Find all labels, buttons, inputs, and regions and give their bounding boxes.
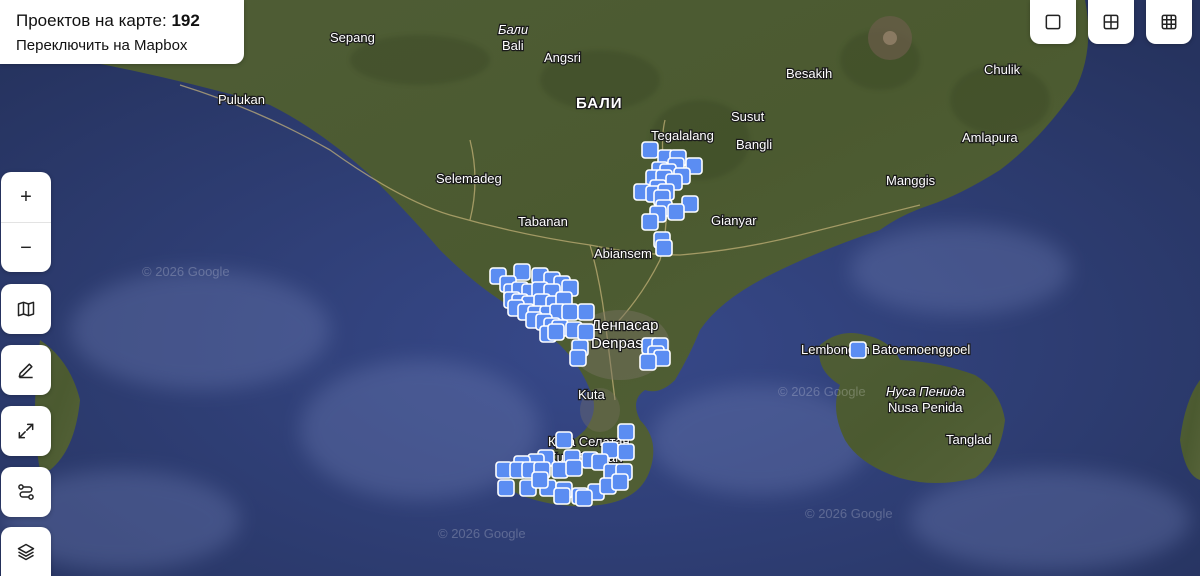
switch-to-mapbox-link[interactable]: Переключить на Mapbox xyxy=(16,37,228,54)
zoom-in-button[interactable]: + xyxy=(1,172,51,222)
project-marker[interactable] xyxy=(667,203,685,221)
draw-area-button[interactable] xyxy=(1,345,51,395)
project-marker[interactable] xyxy=(611,473,629,491)
place-label: Gianyar xyxy=(711,213,757,228)
place-label: Бали xyxy=(498,22,528,37)
satellite-map[interactable]: © 2026 Google © 2026 Google © 2026 Googl… xyxy=(0,0,1200,576)
place-label: Sepang xyxy=(330,30,375,45)
place-label: БАЛИ xyxy=(576,95,623,112)
zoom-control: + − xyxy=(1,172,51,272)
place-label: Abiansem xyxy=(594,246,652,261)
project-marker[interactable] xyxy=(565,459,583,477)
nine-grid-icon xyxy=(1161,14,1177,30)
layout-single-button[interactable] xyxy=(1030,0,1076,44)
project-marker[interactable] xyxy=(561,303,579,321)
place-label: Amlapura xyxy=(962,130,1018,145)
projects-count-label: Проектов на карте: xyxy=(16,11,167,30)
fullscreen-button[interactable] xyxy=(1,406,51,456)
project-marker[interactable] xyxy=(575,489,593,507)
layers-icon xyxy=(17,543,35,560)
project-marker[interactable] xyxy=(577,303,595,321)
place-label: Tegalalang xyxy=(651,128,714,143)
place-label: Chulik xyxy=(984,62,1021,77)
project-marker[interactable] xyxy=(639,353,657,371)
pencil-icon xyxy=(18,363,33,379)
place-label: Nusa Penida xyxy=(888,400,963,415)
project-marker[interactable] xyxy=(849,341,867,359)
place-label: Selemadeg xyxy=(436,171,502,186)
project-marker[interactable] xyxy=(497,479,515,497)
place-label: Batoemoenggoel xyxy=(872,342,970,357)
route-button[interactable] xyxy=(1,467,51,517)
four-grid-icon xyxy=(1103,14,1119,30)
project-marker[interactable] xyxy=(617,423,635,441)
project-marker[interactable] xyxy=(553,487,571,505)
place-label: Tabanan xyxy=(518,214,568,229)
project-marker[interactable] xyxy=(617,443,635,461)
project-marker[interactable] xyxy=(531,471,549,489)
place-label: Manggis xyxy=(886,173,936,188)
place-label: Bali xyxy=(502,38,524,53)
project-marker[interactable] xyxy=(547,323,565,341)
place-label: Bangli xyxy=(736,137,772,152)
project-marker[interactable] xyxy=(569,349,587,367)
place-label: Денпасар xyxy=(591,317,658,334)
place-label: Нуса Пенида xyxy=(886,384,965,399)
expand-icon xyxy=(18,423,34,439)
projects-info-panel: Проектов на карте: 192 Переключить на Ma… xyxy=(0,0,244,64)
map-icon xyxy=(17,301,35,317)
zoom-out-button[interactable]: − xyxy=(1,222,51,272)
map-view-button[interactable] xyxy=(1,284,51,334)
place-label: Pulukan xyxy=(218,92,265,107)
project-marker[interactable] xyxy=(555,431,573,449)
route-icon xyxy=(18,484,34,500)
map-watermark: © 2026 Google xyxy=(142,264,230,279)
layout-four-grid-button[interactable] xyxy=(1088,0,1134,44)
layout-nine-grid-button[interactable] xyxy=(1146,0,1192,44)
map-watermark: © 2026 Google xyxy=(438,526,526,541)
projects-count-value: 192 xyxy=(171,11,200,30)
projects-count: Проектов на карте: 192 xyxy=(16,10,228,32)
map-watermark: © 2026 Google xyxy=(805,506,893,521)
project-marker[interactable] xyxy=(641,141,659,159)
project-marker[interactable] xyxy=(641,213,659,231)
map-watermark: © 2026 Google xyxy=(778,384,866,399)
single-grid-icon xyxy=(1045,14,1061,30)
place-label: Tanglad xyxy=(946,432,992,447)
project-marker[interactable] xyxy=(577,323,595,341)
place-label: Besakih xyxy=(786,66,832,81)
project-marker[interactable] xyxy=(655,239,673,257)
place-label: Kuta xyxy=(578,387,606,402)
place-label: Angsri xyxy=(544,50,581,65)
place-label: Susut xyxy=(731,109,765,124)
layers-button[interactable] xyxy=(1,527,51,576)
